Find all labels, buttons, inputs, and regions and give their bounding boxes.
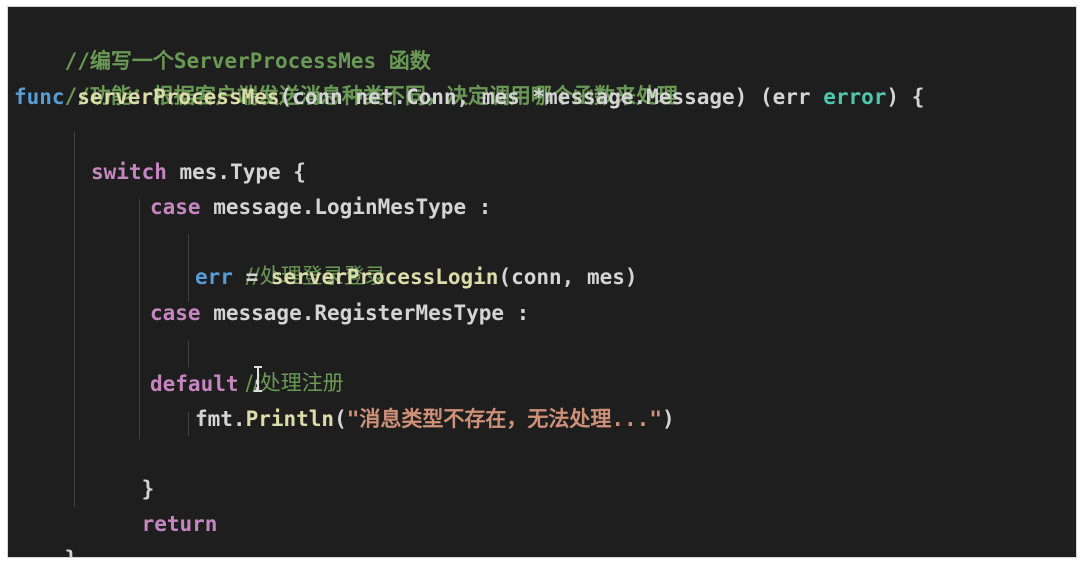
variable-err: err — [195, 265, 233, 289]
text-cursor-icon — [254, 366, 262, 392]
code-line-9: case message.RegisterMesType : — [150, 296, 529, 330]
code-line-2: //功能：根据客户端发送消息种类不同，决定调用哪个函数来处理 — [14, 45, 678, 108]
function-call: serverProcessLogin — [270, 265, 499, 289]
code-line-5: switch mes.Type { — [91, 155, 306, 189]
function-name: serverProcessMes — [77, 85, 280, 109]
keyword-case: case — [150, 195, 201, 219]
paren-close: ) — [661, 407, 675, 431]
switch-expr: mes.Type { — [166, 160, 306, 184]
indent-guide — [188, 411, 189, 437]
code-line-10: //处理注册 — [195, 332, 344, 395]
params: (conn net.Conn, mes *message.Message) (e… — [279, 85, 824, 109]
case-expr: message.LoginMesType : — [200, 195, 492, 219]
code-editor[interactable]: //编写一个ServerProcessMes 函数 //功能：根据客户端发送消息… — [7, 6, 1077, 558]
indent-guide — [188, 234, 189, 302]
package-fmt: fmt. — [195, 407, 246, 431]
indent-guide — [188, 341, 189, 367]
paren-open: ( — [334, 407, 347, 431]
type-error: error — [823, 85, 887, 109]
code-line-6: case message.LoginMesType : — [150, 190, 491, 224]
keyword-return: return — [141, 512, 218, 536]
code-line-7: //处理登录登录 — [195, 225, 386, 288]
indent-guide — [74, 131, 75, 507]
code-line-1: //编写一个ServerProcessMes 函数 — [14, 10, 431, 73]
code-line-15: } — [14, 508, 78, 557]
code-line-12: fmt.Println("消息类型不存在，无法处理...") — [195, 402, 675, 436]
code-line-14: return — [91, 473, 218, 536]
code-line-11: default : — [150, 367, 264, 401]
case-expr: message.RegisterMesType : — [200, 301, 530, 325]
keyword-switch: switch — [91, 160, 167, 184]
keyword-default: default — [150, 372, 239, 396]
code-line-13: } — [91, 438, 155, 501]
close-brace: } — [65, 547, 78, 557]
code-line-8: err = serverProcessLogin(conn, mes) — [195, 260, 638, 294]
indent-guide — [139, 199, 140, 439]
keyword-case: case — [150, 301, 201, 325]
params-close: ) { — [886, 85, 925, 109]
keyword-func: func — [14, 85, 65, 109]
function-println: Println — [245, 407, 335, 431]
string-literal: "消息类型不存在，无法处理..." — [346, 407, 662, 431]
assign-op: = — [232, 265, 271, 289]
call-args: (conn, mes) — [498, 265, 638, 289]
code-line-3: func serverProcessMes(conn net.Conn, mes… — [14, 80, 924, 114]
